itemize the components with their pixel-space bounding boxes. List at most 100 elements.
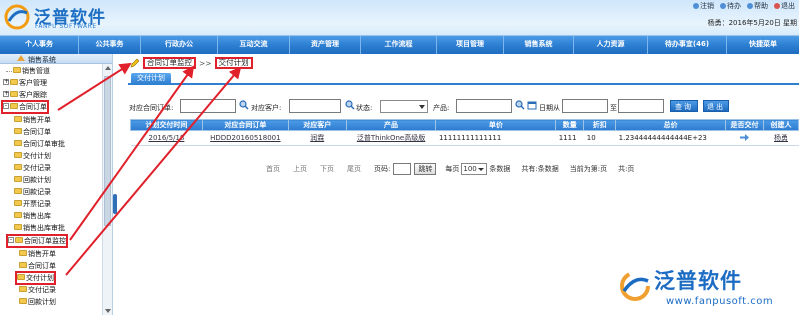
status-filter-select[interactable] [380, 100, 428, 113]
sidebar-item-payment-record[interactable]: 回款记录 [14, 187, 51, 197]
col-delivered[interactable]: 是否交付 [725, 119, 764, 131]
sidebar-item-customer-tracking[interactable]: + 客户跟踪 [3, 90, 47, 100]
nav-item-projects[interactable]: 项目管理 [437, 36, 504, 54]
col-total[interactable]: 总价 [615, 119, 727, 131]
page-number-input[interactable] [393, 163, 412, 175]
user-info: 杨勇：2016年5月20日 星期 [707, 19, 797, 27]
date-from-input[interactable] [562, 99, 608, 113]
nav-item-todo[interactable]: 待办事宜(46) [648, 36, 727, 54]
todo-icon [720, 3, 726, 9]
col-contract-order[interactable]: 对应合同订单 [201, 119, 289, 131]
help-link[interactable]: 帮助 [747, 1, 768, 11]
customer-filter-input[interactable] [289, 99, 341, 113]
pencil-icon [130, 58, 140, 68]
order-filter-input[interactable] [180, 99, 236, 113]
cell-contract-order[interactable]: HDDD20160518001 [202, 130, 289, 146]
sidebar-item-invoice-record[interactable]: 开票记录 [14, 199, 51, 209]
sidebar-item-monitor-delivery-plan[interactable]: 交付计划 [15, 271, 56, 285]
col-customer[interactable]: 对应客户 [287, 119, 347, 131]
col-discount[interactable]: 折扣 [583, 119, 617, 131]
cell-discount: 10 [583, 130, 616, 146]
nav-item-shortcuts[interactable]: 快捷菜单 [727, 36, 799, 54]
breadcrumb-contract-monitor[interactable]: 合同订单监控 [143, 57, 196, 69]
sidebar-item-customer-mgmt[interactable]: + 客户管理 [3, 78, 47, 88]
col-creator[interactable]: 创建人 [763, 119, 799, 131]
breadcrumb-delivery-plan[interactable]: 交付计划 [214, 57, 253, 69]
watermark-brand: 泛普软件 [654, 269, 742, 293]
sidebar-item-monitor-payment-plan[interactable]: 回款计划 [19, 297, 56, 307]
folder-icon [10, 103, 18, 109]
nav-item-office[interactable]: 行政办公 [141, 36, 218, 54]
scroll-up-icon[interactable] [105, 66, 111, 70]
search-icon[interactable] [239, 100, 249, 110]
collapse-icon[interactable]: - [3, 103, 9, 109]
search-icon[interactable] [515, 100, 525, 110]
pager-prev[interactable]: 上页 [293, 164, 307, 174]
sidebar-item-delivery-plan[interactable]: 交付计划 [14, 151, 51, 161]
todo-link[interactable]: 待办 [720, 1, 741, 11]
pager-last[interactable]: 尾页 [347, 164, 361, 174]
exit-link[interactable]: 退出 [774, 1, 795, 11]
scroll-down-icon[interactable] [105, 309, 111, 313]
date-to-input[interactable] [618, 99, 664, 113]
folder-icon [14, 140, 22, 146]
total-pages: 共:页 [618, 165, 635, 173]
nav-item-hr[interactable]: 人力资源 [574, 36, 648, 54]
table-row[interactable]: 2016/5/18 HDDD20160518001 润霖 泛普ThinkOne高… [130, 130, 799, 146]
nav-item-workflow[interactable]: 工作流程 [361, 36, 437, 54]
sidebar-scrollbar[interactable] [102, 64, 112, 315]
sidebar-item-monitor-delivery-record[interactable]: 交付记录 [19, 285, 56, 295]
cell-plan-date[interactable]: 2016/5/18 [130, 130, 203, 146]
go-button[interactable]: 跳转 [414, 163, 437, 175]
sidebar-item-sales-pipeline[interactable]: 销售管道 [6, 66, 50, 76]
filter-bar: 对应合同订单: 对应客户: 状态: 产品: 日期从 至 查询 退出 [129, 99, 799, 115]
nav-item-personal[interactable]: 个人事务 [0, 36, 79, 54]
sidebar-item-sales-billing[interactable]: 销售开单 [14, 115, 51, 125]
col-product[interactable]: 产品 [345, 119, 437, 131]
sidebar-item-outbound-approval[interactable]: 销售出库审批 [14, 223, 65, 233]
sidebar-item-contract-orders[interactable]: - 合同订单 [1, 100, 49, 114]
logout-link[interactable]: 注销 [693, 1, 714, 11]
search-icon[interactable] [345, 100, 355, 110]
per-page-select[interactable]: 100 [461, 163, 488, 175]
folder-icon [13, 67, 21, 73]
scrollbar-thumb[interactable] [104, 76, 111, 226]
cell-customer[interactable]: 润霖 [288, 130, 347, 146]
sidebar-item-monitor-order[interactable]: 合同订单 [19, 261, 56, 271]
sidebar-title: 销售系统 [28, 56, 56, 64]
pager-next[interactable]: 下页 [320, 164, 334, 174]
sidebar-item-payment-plan[interactable]: 回款计划 [14, 175, 51, 185]
sidebar: 销售系统 销售管道 + 客户管理 + 客户跟踪 - 合同订单 销售开单 合同订单 合同… [0, 54, 113, 315]
sidebar-item-contract-approval[interactable]: 合同订单审批 [14, 139, 65, 149]
expand-icon[interactable]: + [3, 79, 9, 85]
folder-icon [19, 286, 27, 292]
sidebar-header: 销售系统 [0, 54, 112, 64]
calendar-icon[interactable] [527, 100, 537, 110]
sidebar-item-contract-order[interactable]: 合同订单 [14, 127, 51, 137]
nav-item-assets[interactable]: 资产管理 [290, 36, 361, 54]
nav-item-interaction[interactable]: 互动交流 [218, 36, 290, 54]
folder-icon [19, 298, 27, 304]
collapse-icon[interactable]: - [8, 237, 14, 243]
tab-delivery-plan[interactable]: 交付计划 [131, 73, 171, 84]
cell-delivered[interactable] [725, 130, 764, 146]
arrow-right-icon[interactable] [740, 133, 750, 141]
pager-first[interactable]: 首页 [266, 164, 280, 174]
nav-item-public[interactable]: 公共事务 [79, 36, 141, 54]
nav-item-sales[interactable]: 销售系统 [504, 36, 574, 54]
splitter-handle[interactable] [113, 194, 117, 214]
col-plan-date[interactable]: 计划交付时间 [130, 119, 203, 131]
exit-button[interactable]: 退出 [703, 100, 729, 112]
query-button[interactable]: 查询 [670, 100, 698, 112]
cell-product[interactable]: 泛普ThinkOne高级版 [346, 130, 436, 146]
cell-creator[interactable]: 杨勇 [763, 130, 799, 146]
sidebar-item-sales-outbound[interactable]: 销售出库 [14, 211, 51, 221]
folder-icon [14, 224, 22, 230]
product-filter-input[interactable] [456, 99, 512, 113]
expand-icon[interactable]: + [3, 91, 9, 97]
col-quantity[interactable]: 数量 [555, 119, 585, 131]
sidebar-item-delivery-record[interactable]: 交付记录 [14, 163, 51, 173]
sidebar-item-monitor-billing[interactable]: 销售开单 [19, 249, 56, 259]
col-unit-price[interactable]: 单价 [435, 119, 557, 131]
sidebar-item-contract-monitor[interactable]: - 合同订单监控 [6, 234, 68, 248]
